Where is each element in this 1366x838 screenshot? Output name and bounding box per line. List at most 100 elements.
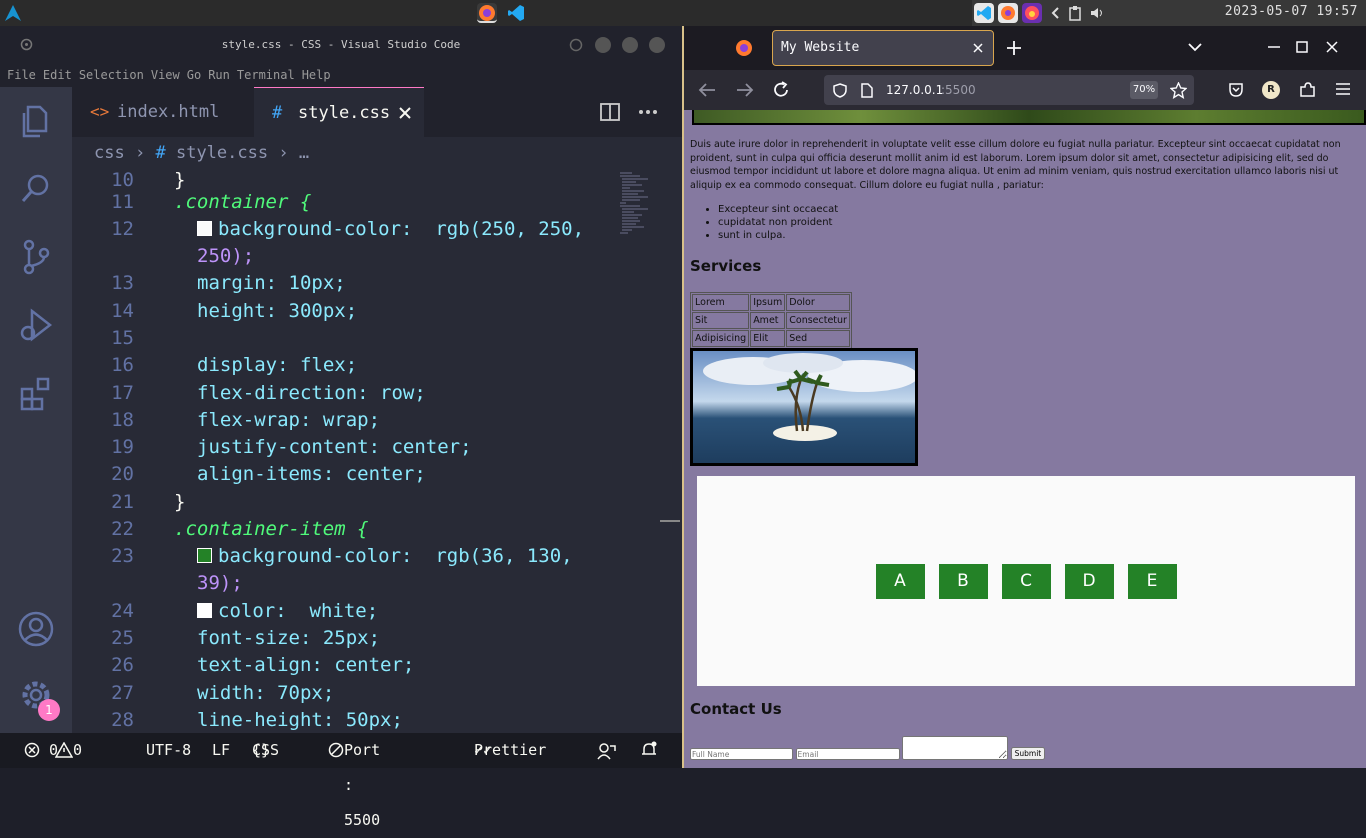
color-swatch-green[interactable] xyxy=(197,548,212,563)
list-all-tabs-chevron-icon[interactable] xyxy=(1188,42,1202,52)
menu-file[interactable]: File xyxy=(7,63,36,87)
menu-terminal[interactable]: Terminal xyxy=(237,63,295,87)
feedback-icon[interactable] xyxy=(596,742,616,760)
volume-icon[interactable] xyxy=(1090,7,1104,19)
hash-icon: # xyxy=(155,143,166,163)
code-editor[interactable]: 10 } 11 .container { 12 background-color… xyxy=(72,169,610,733)
maximize-icon[interactable] xyxy=(1296,41,1308,53)
chevron-left-icon[interactable] xyxy=(1050,6,1060,20)
line-number: 24 xyxy=(111,600,134,622)
code-text: background-color: rgb(250, 250, xyxy=(218,218,585,240)
list-item: sunt in culpa. xyxy=(718,229,838,242)
tab-style-css[interactable]: # style.css xyxy=(254,87,424,137)
table-cell: Elit xyxy=(750,330,786,347)
reload-icon[interactable] xyxy=(772,81,790,99)
account-icon[interactable] xyxy=(16,609,56,649)
extensions-icon[interactable] xyxy=(16,373,56,413)
submit-button[interactable]: Submit xyxy=(1010,747,1046,760)
color-swatch-white[interactable] xyxy=(197,603,212,618)
tab-label: style.css xyxy=(298,103,391,123)
forward-arrow-icon[interactable] xyxy=(736,82,754,98)
source-control-icon[interactable] xyxy=(16,237,56,277)
menu-selection[interactable]: Selection xyxy=(79,63,144,87)
minimize-icon[interactable] xyxy=(1268,46,1280,48)
window-restore-button[interactable] xyxy=(622,37,638,53)
firefox-view-icon[interactable] xyxy=(734,38,754,58)
vscode-window: style.css - CSS - Visual Studio Code Fil… xyxy=(0,26,682,829)
breadcrumb-more[interactable]: … xyxy=(299,143,309,163)
profile-avatar[interactable]: R xyxy=(1262,81,1280,99)
color-swatch-white[interactable] xyxy=(197,221,212,236)
encoding-status[interactable]: UTF-8 xyxy=(146,733,191,768)
table-row: Adipisicing Elit Sed xyxy=(692,330,850,347)
shield-icon[interactable] xyxy=(833,83,847,98)
clipboard-icon[interactable] xyxy=(1068,5,1082,21)
notifications-bell-icon[interactable] xyxy=(640,741,658,759)
port-label: Port : 5500 xyxy=(344,741,381,829)
tab-index-html[interactable]: <> index.html xyxy=(72,87,252,137)
problems-indicator[interactable]: 0 0 xyxy=(24,733,82,768)
menu-view[interactable]: View xyxy=(151,63,180,87)
menu-edit[interactable]: Edit xyxy=(43,63,72,87)
language-label: CSS xyxy=(252,741,280,759)
run-debug-icon[interactable] xyxy=(16,305,56,345)
close-window-icon[interactable] xyxy=(1326,41,1338,53)
eol-status[interactable]: LF xyxy=(212,733,230,768)
block-icon xyxy=(328,742,344,758)
extensions-puzzle-icon[interactable] xyxy=(1298,81,1316,99)
arch-logo-icon[interactable] xyxy=(4,4,22,22)
menu-help[interactable]: Help xyxy=(302,63,331,87)
line-number: 19 xyxy=(111,436,134,458)
vscode-taskbar-icon[interactable] xyxy=(506,3,526,23)
url-bar[interactable]: 127.0.0.1:5500 70% xyxy=(824,75,1194,105)
live-server-port[interactable]: Port : 5500 xyxy=(328,733,380,829)
html-icon: <> xyxy=(90,102,110,121)
split-editor-icon[interactable] xyxy=(600,103,620,121)
window-menu-icon[interactable] xyxy=(20,38,33,51)
code-text: background-color: rgb(36, 130, xyxy=(218,545,573,567)
window-title-text: style.css - CSS - Visual Studio Code xyxy=(221,38,461,51)
window-minimize-icon[interactable] xyxy=(569,38,583,52)
minimap[interactable] xyxy=(618,169,658,259)
table-row: Lorem Ipsum Dolor xyxy=(692,294,850,311)
scrollbar-position-marker[interactable] xyxy=(660,520,680,522)
breadcrumb-file[interactable]: style.css xyxy=(176,143,268,163)
line-number: 18 xyxy=(111,409,134,431)
page-info-icon[interactable] xyxy=(861,83,873,98)
line-number: 17 xyxy=(111,382,134,404)
zoom-indicator[interactable]: 70% xyxy=(1130,81,1158,99)
firefox-tray-icon[interactable] xyxy=(998,3,1018,23)
hamburger-menu-icon[interactable] xyxy=(1336,83,1350,95)
menu-bar: File Edit Selection View Go Run Terminal Help xyxy=(0,63,682,87)
close-tab-icon[interactable] xyxy=(973,43,983,53)
breadcrumb-folder[interactable]: css xyxy=(94,143,125,163)
menu-run[interactable]: Run xyxy=(208,63,230,87)
message-textarea[interactable] xyxy=(902,736,1009,760)
clock[interactable]: 2023-05-07 19:57 xyxy=(1225,4,1358,19)
email-input[interactable] xyxy=(795,748,900,760)
intro-paragraph: Duis aute irure dolor in reprehenderit i… xyxy=(690,139,1341,191)
table-cell: Sit xyxy=(692,312,750,329)
menu-go[interactable]: Go xyxy=(187,63,201,87)
code-line: margin: 10px; xyxy=(197,272,346,294)
firefox-dev-tray-icon[interactable] xyxy=(1022,3,1042,23)
pocket-icon[interactable] xyxy=(1228,82,1244,98)
back-arrow-icon[interactable] xyxy=(698,82,716,98)
code-line: .container-item { xyxy=(174,518,369,540)
tab-my-website[interactable]: My Website xyxy=(772,30,994,66)
window-close-button[interactable] xyxy=(649,37,665,53)
search-icon[interactable] xyxy=(16,169,56,209)
code-text: color: white; xyxy=(218,600,379,622)
close-tab-icon[interactable] xyxy=(398,106,412,120)
more-actions-icon[interactable] xyxy=(638,109,658,115)
bookmark-star-icon[interactable] xyxy=(1170,82,1187,99)
settings-update-badge: 1 xyxy=(38,699,60,721)
code-line: color: white; xyxy=(197,600,378,622)
new-tab-plus-icon[interactable] xyxy=(1006,40,1022,56)
firefox-taskbar-icon[interactable] xyxy=(477,3,497,23)
code-line: 250); xyxy=(197,245,255,267)
full-name-input[interactable] xyxy=(690,748,793,760)
window-maximize-button[interactable] xyxy=(595,37,611,53)
vscode-tray-icon[interactable] xyxy=(974,3,994,23)
explorer-icon[interactable] xyxy=(16,101,56,141)
